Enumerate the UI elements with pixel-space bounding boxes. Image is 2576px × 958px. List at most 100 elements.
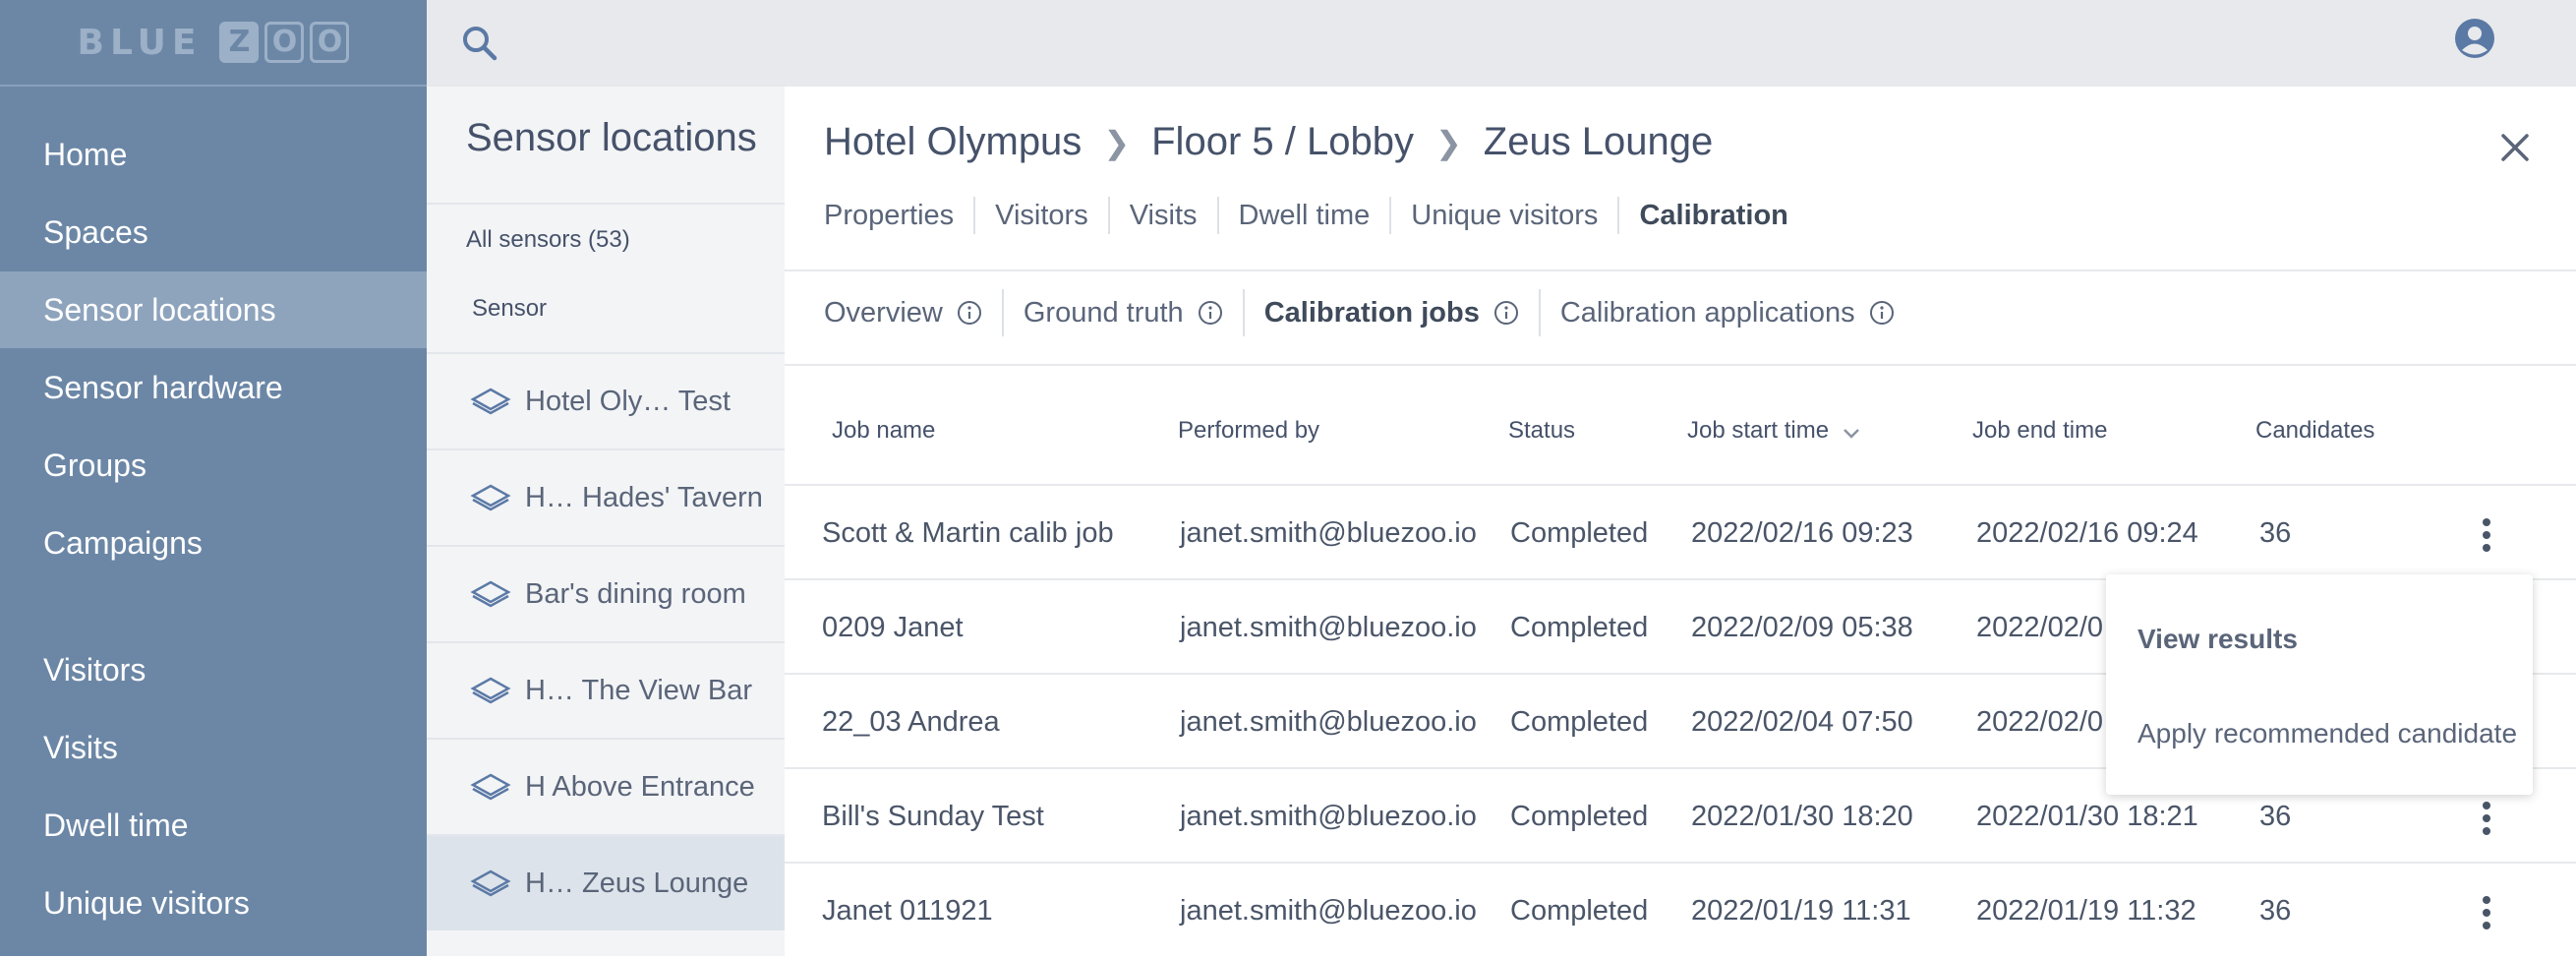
- layers-icon: [470, 869, 511, 897]
- job-name-cell: 0209 Janet: [822, 611, 964, 643]
- end-time-cell: 2022/02/16 09:24: [1976, 516, 2198, 549]
- list-title: Sensor locations: [466, 116, 757, 159]
- info-icon[interactable]: [1198, 300, 1223, 326]
- layers-icon: [470, 580, 511, 608]
- tab-visits[interactable]: Visits: [1107, 197, 1217, 234]
- start-time-cell: 2022/02/04 07:50: [1691, 705, 1913, 738]
- bluezoo-logo[interactable]: BLUE Z O O: [0, 0, 427, 87]
- breadcrumb: Hotel Olympus ❯ Floor 5 / Lobby ❯ Zeus L…: [824, 120, 1713, 164]
- sidebar-item-spaces[interactable]: Spaces: [0, 194, 427, 270]
- subtab-label: Calibration applications: [1559, 297, 1855, 329]
- status-cell: Completed: [1510, 800, 1649, 832]
- chevron-right-icon: ❯: [1103, 124, 1131, 160]
- row-actions-menu: View results Apply recommended candidate: [2106, 574, 2533, 795]
- sensor-label: H… Hades' Tavern: [525, 481, 763, 513]
- column-header-candidates[interactable]: Candidates: [2255, 417, 2374, 445]
- sidebar-item-home[interactable]: Home: [0, 116, 427, 193]
- sensor-list-item[interactable]: H… Hades' Tavern: [427, 449, 785, 545]
- info-icon[interactable]: [1869, 300, 1895, 326]
- sidebar-item-dwell-time[interactable]: Dwell time: [0, 787, 427, 864]
- tab-dwell-time[interactable]: Dwell time: [1216, 197, 1390, 234]
- start-time-cell: 2022/01/19 11:31: [1691, 894, 1911, 927]
- column-header-performed-by[interactable]: Performed by: [1178, 417, 1319, 445]
- subtab-overview[interactable]: Overview: [824, 289, 1002, 336]
- end-time-cell: 2022/01/19 11:32: [1976, 894, 2196, 927]
- tab-visitors[interactable]: Visitors: [973, 197, 1108, 234]
- performed-by-cell: janet.smith@bluezoo.io: [1180, 611, 1477, 643]
- sensor-list-item[interactable]: H Above Entrance: [427, 738, 785, 834]
- subtab-ground-truth[interactable]: Ground truth: [1001, 289, 1243, 336]
- calibration-subtabs: Overview Ground truth Calibration jobs C…: [824, 289, 1914, 336]
- logo-box: O: [264, 22, 305, 63]
- sensor-list-item-selected[interactable]: H… Zeus Lounge: [427, 834, 785, 930]
- sidebar-item-unique-visitors[interactable]: Unique visitors: [0, 865, 427, 941]
- layers-icon: [470, 484, 511, 511]
- menu-item-view-results[interactable]: View results: [2137, 624, 2298, 655]
- layers-icon: [470, 773, 511, 801]
- breadcrumb-item[interactable]: Floor 5 / Lobby: [1151, 120, 1414, 164]
- subtab-calibration-applications[interactable]: Calibration applications: [1538, 289, 1914, 336]
- detail-panel: Hotel Olympus ❯ Floor 5 / Lobby ❯ Zeus L…: [785, 87, 2576, 956]
- status-cell: Completed: [1510, 611, 1649, 643]
- job-name-cell: Scott & Martin calib job: [822, 516, 1114, 549]
- tab-properties[interactable]: Properties: [824, 197, 973, 234]
- menu-item-apply-recommended-candidate[interactable]: Apply recommended candidate: [2137, 718, 2517, 749]
- search-icon[interactable]: [458, 22, 501, 65]
- sensor-label: H Above Entrance: [525, 770, 755, 803]
- performed-by-cell: janet.smith@bluezoo.io: [1180, 800, 1477, 832]
- info-icon[interactable]: [957, 300, 982, 326]
- candidates-cell: 36: [2259, 894, 2292, 927]
- end-time-cell: 2022/02/0: [1976, 705, 2104, 738]
- column-header-job-end-time[interactable]: Job end time: [1972, 417, 2107, 445]
- account-circle-icon[interactable]: [2454, 18, 2495, 59]
- info-icon[interactable]: [1493, 300, 1519, 326]
- start-time-cell: 2022/02/16 09:23: [1691, 516, 1913, 549]
- breadcrumb-item-current: Zeus Lounge: [1483, 120, 1714, 163]
- tab-calibration[interactable]: Calibration: [1617, 197, 1807, 234]
- close-icon[interactable]: [2495, 128, 2535, 167]
- layers-icon: [470, 677, 511, 704]
- start-time-cell: 2022/01/30 18:20: [1691, 800, 1913, 832]
- sensor-count: All sensors (53): [466, 226, 630, 253]
- subtab-label: Calibration jobs: [1263, 297, 1480, 329]
- breadcrumb-item[interactable]: Hotel Olympus: [824, 120, 1082, 164]
- sensor-column-header[interactable]: Sensor: [472, 295, 547, 323]
- sensor-list-item[interactable]: Hotel Oly… Test: [427, 352, 785, 449]
- chevron-right-icon: ❯: [1434, 124, 1462, 160]
- sidebar-item-groups[interactable]: Groups: [0, 427, 427, 504]
- column-header-job-start-time[interactable]: Job start time: [1687, 417, 1862, 445]
- status-cell: Completed: [1510, 894, 1649, 927]
- sensor-list-item[interactable]: Bar's dining room: [427, 545, 785, 641]
- table-row[interactable]: Janet 011921 janet.smith@bluezoo.io Comp…: [785, 862, 2576, 956]
- sidebar-item-visitors[interactable]: Visitors: [0, 631, 427, 708]
- column-header-label: Job start time: [1687, 417, 1830, 444]
- subtab-label: Overview: [824, 297, 943, 329]
- tab-unique-visitors[interactable]: Unique visitors: [1389, 197, 1617, 234]
- more-vert-icon[interactable]: [2472, 515, 2501, 555]
- column-header-job-name[interactable]: Job name: [832, 417, 935, 445]
- detail-tabs: Properties Visitors Visits Dwell time Un…: [824, 197, 1808, 234]
- sidebar-item-visits[interactable]: Visits: [0, 709, 427, 786]
- logo-box: Z: [219, 22, 260, 63]
- job-name-cell: Bill's Sunday Test: [822, 800, 1044, 832]
- sidebar-item-sensor-locations[interactable]: Sensor locations: [0, 271, 427, 348]
- layers-icon: [470, 388, 511, 415]
- divider: [785, 364, 2576, 366]
- sidebar-item-campaigns[interactable]: Campaigns: [0, 505, 427, 581]
- divider: [785, 269, 2576, 271]
- sidebar: BLUE Z O O Home Spaces Sensor locations …: [0, 0, 427, 956]
- sidebar-item-sensor-hardware[interactable]: Sensor hardware: [0, 349, 427, 426]
- top-bar: [427, 0, 2576, 87]
- sensor-list-item[interactable]: H… The View Bar: [427, 641, 785, 738]
- sensor-list-panel: Sensor locations All sensors (53) Sensor…: [427, 87, 785, 956]
- divider: [427, 203, 785, 205]
- end-time-cell: 2022/02/0: [1976, 611, 2104, 643]
- column-header-status[interactable]: Status: [1508, 417, 1575, 445]
- job-name-cell: 22_03 Andrea: [822, 705, 1000, 738]
- sensor-label: H… Zeus Lounge: [525, 867, 749, 899]
- more-vert-icon[interactable]: [2472, 893, 2501, 932]
- more-vert-icon[interactable]: [2472, 799, 2501, 838]
- subtab-calibration-jobs[interactable]: Calibration jobs: [1242, 289, 1539, 336]
- subtab-label: Ground truth: [1023, 297, 1184, 329]
- table-row[interactable]: Scott & Martin calib job janet.smith@blu…: [785, 484, 2576, 578]
